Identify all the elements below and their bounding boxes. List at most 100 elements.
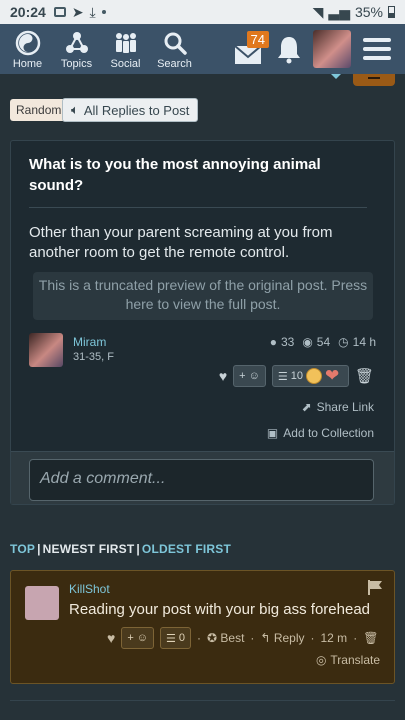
reply-sort-options: TOP | NEWEST FIRST | OLDEST FIRST: [10, 542, 231, 556]
reply-age: 12 m: [320, 631, 348, 645]
reply-reactions-count: 0: [178, 632, 185, 644]
globe-icon: ◎: [315, 653, 327, 667]
sort-oldest[interactable]: OLDEST FIRST: [142, 542, 231, 556]
view-count: ◉ 54: [302, 335, 330, 349]
reply-meta-separator: ·: [196, 631, 201, 645]
messages-button[interactable]: 74: [233, 29, 269, 69]
signal-icon: ▃▅: [328, 3, 350, 20]
trash-icon[interactable]: 🗑︎: [363, 631, 378, 645]
translate-label: Translate: [330, 653, 380, 667]
nav-social[interactable]: Social: [104, 30, 147, 74]
smiley-icon: ☺: [248, 370, 260, 382]
people-icon: [115, 33, 136, 53]
heart-icon[interactable]: ♥: [107, 630, 115, 646]
nav-home-label: Home: [12, 58, 43, 70]
share-link-button[interactable]: ⬈ Share Link: [302, 400, 374, 414]
yin-yang-icon: [15, 30, 40, 56]
reactions-count: 10: [290, 370, 303, 382]
reaction-row: ♥ + ☺ ☰ 10 ❤︎ 🗑︎: [219, 365, 374, 387]
comment-count: ● 33: [270, 335, 295, 349]
heart-emoji-icon: ❤︎: [324, 366, 340, 385]
trash-icon[interactable]: 🗑︎: [355, 367, 374, 385]
comment-bar: Add a comment...: [11, 451, 394, 504]
nav-social-label: Social: [110, 58, 141, 70]
view-count-value: 54: [316, 335, 331, 349]
heart-icon[interactable]: ♥: [219, 368, 227, 384]
add-reaction-button[interactable]: + ☺: [233, 365, 266, 387]
reply-meta-separator: ·: [353, 631, 358, 645]
reply-text: Reading your post with your big ass fore…: [69, 601, 371, 618]
notification-badge: 74: [246, 31, 269, 48]
share-link-label: Share Link: [316, 400, 374, 414]
post-card: What is to you the most annoying animal …: [10, 140, 395, 505]
eye-icon: ◉: [302, 335, 313, 349]
divider: [29, 207, 367, 208]
sort-separator: |: [136, 542, 140, 556]
author-avatar[interactable]: [29, 333, 63, 367]
telegram-icon: ➤: [71, 3, 84, 20]
sort-top[interactable]: TOP: [10, 542, 35, 556]
post-age-value: 14 h: [352, 335, 376, 349]
sort-separator: |: [37, 542, 41, 556]
bell-icon[interactable]: [275, 34, 303, 64]
nav-topics[interactable]: Topics: [55, 30, 98, 74]
comment-count-value: 33: [280, 335, 295, 349]
top-navbar: Home Topics Social Search 74: [0, 24, 405, 74]
download-icon: ⤓: [89, 3, 96, 20]
collection-icon: ▣: [266, 426, 279, 440]
status-time: 20:24: [10, 4, 46, 20]
speaker-icon: 🔈︎: [71, 102, 79, 117]
clock-icon: ◷: [338, 335, 349, 349]
share-icon: ⬈: [301, 400, 312, 414]
reply-author-avatar[interactable]: [25, 586, 59, 620]
pull-down-tab[interactable]: [353, 74, 395, 86]
reply-arrow-icon: ↰: [260, 631, 271, 645]
reactions-list-button[interactable]: ☰ 10 ❤︎: [271, 365, 349, 387]
status-icons: ➤ ⤓: [53, 3, 106, 21]
list-icon: ☰: [277, 370, 288, 383]
best-label: Best: [220, 631, 245, 645]
list-icon: ☰: [165, 632, 176, 645]
dot-icon: [101, 10, 106, 14]
smiley-icon: ☺: [136, 632, 148, 644]
add-to-collection-label: Add to Collection: [283, 426, 374, 440]
author-age-gender: 31-35, F: [73, 351, 114, 363]
add-to-collection-button[interactable]: ▣ Add to Collection: [267, 426, 374, 440]
all-replies-button[interactable]: 🔈︎ All Replies to Post: [62, 98, 199, 122]
search-icon: [164, 32, 187, 55]
translate-button[interactable]: ◎ Translate: [316, 653, 380, 667]
speech-bubble-icon: ●: [269, 335, 277, 349]
award-icon: ✪: [206, 631, 218, 645]
comment-input[interactable]: Add a comment...: [29, 459, 374, 501]
post-title: What is to you the most annoying animal …: [29, 156, 321, 194]
reply-add-reaction-button[interactable]: + ☺: [121, 627, 154, 649]
menu-bar-line: [363, 38, 391, 42]
nav-search[interactable]: Search: [153, 30, 196, 74]
wifi-icon: ◥: [312, 3, 324, 20]
best-button[interactable]: ✪ Best: [207, 631, 244, 645]
reply-button[interactable]: ↰ Reply: [260, 631, 304, 645]
caret-down-icon: [331, 74, 341, 79]
author-name[interactable]: Miram: [73, 335, 106, 349]
reply-reactions-list-button[interactable]: ☰ 0: [159, 627, 191, 649]
user-avatar[interactable]: [313, 30, 351, 68]
menu-bar-line: [363, 47, 391, 51]
laughing-emoji-icon: [305, 368, 322, 384]
reply-add-reaction-label: +: [127, 632, 134, 644]
hamburger-menu-button[interactable]: [363, 38, 391, 60]
reply-meta-separator: ·: [250, 631, 255, 645]
sort-newest[interactable]: NEWEST FIRST: [43, 542, 135, 556]
flag-icon[interactable]: [366, 578, 384, 596]
post-body: Other than your parent screaming at you …: [29, 224, 333, 261]
battery-percent: 35%: [354, 4, 383, 20]
reply-meta-separator: ·: [310, 631, 315, 645]
nav-home[interactable]: Home: [6, 30, 49, 74]
reply-card: KillShot Reading your post with your big…: [10, 570, 395, 684]
nav-search-label: Search: [157, 58, 192, 70]
menu-bar-line: [363, 56, 391, 60]
truncated-preview-notice[interactable]: This is a truncated preview of the origi…: [33, 272, 373, 320]
status-bar: 20:24 ➤ ⤓ ◥ ▃▅ 35%: [0, 0, 405, 24]
reply-author-name[interactable]: KillShot: [69, 582, 110, 596]
reply-label: Reply: [273, 631, 305, 645]
random-button[interactable]: Random: [10, 99, 68, 121]
